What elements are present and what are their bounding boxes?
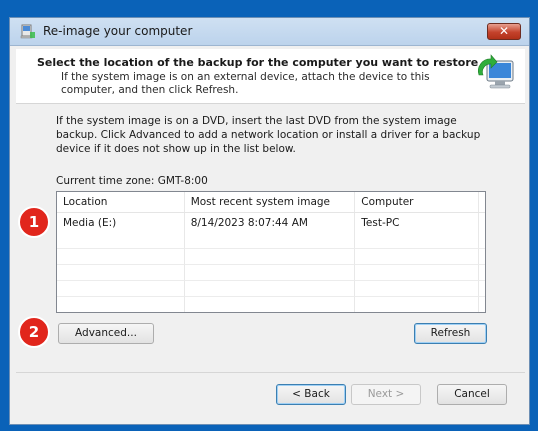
table-row[interactable]: Media (E:) 8/14/2023 8:07:44 AM Test-PC: [57, 213, 485, 233]
page-title: Select the location of the backup for th…: [37, 56, 479, 69]
row-recent-image: 8/14/2023 8:07:44 AM: [185, 213, 356, 233]
window-title: Re-image your computer: [43, 24, 193, 38]
callout-badge-2: 2: [18, 316, 50, 348]
reimage-dialog: Re-image your computer ✕ Select the loca…: [9, 17, 530, 425]
title-bar: Re-image your computer ✕: [10, 18, 529, 46]
timezone-label: Current time zone: GMT-8:00: [56, 175, 208, 187]
empty-row: [57, 281, 485, 297]
close-button[interactable]: ✕: [487, 23, 521, 40]
backup-location-list[interactable]: Location Most recent system image Comput…: [56, 191, 486, 313]
table-header: Location Most recent system image Comput…: [57, 192, 485, 213]
next-button[interactable]: Next >: [351, 384, 421, 405]
column-header-location[interactable]: Location: [57, 192, 185, 212]
empty-row: [57, 233, 485, 249]
column-header-recent-image[interactable]: Most recent system image: [185, 192, 356, 212]
restore-computer-icon: [478, 54, 514, 89]
row-computer: Test-PC: [355, 213, 479, 233]
back-button[interactable]: < Back: [276, 384, 346, 405]
page-subtitle: If the system image is on an external de…: [61, 71, 430, 96]
advanced-button[interactable]: Advanced...: [58, 323, 154, 344]
instructions-text: If the system image is on a DVD, insert …: [56, 115, 481, 155]
row-location: Media (E:): [57, 213, 185, 233]
refresh-button[interactable]: Refresh: [414, 323, 487, 344]
column-header-computer[interactable]: Computer: [355, 192, 479, 212]
column-header-spacer: [479, 192, 485, 212]
empty-row: [57, 265, 485, 281]
empty-row: [57, 249, 485, 265]
computer-icon: [20, 24, 35, 39]
empty-row: [57, 297, 485, 312]
callout-badge-1: 1: [18, 206, 50, 238]
header-panel: Select the location of the backup for th…: [16, 49, 525, 104]
row-spacer: [479, 213, 485, 233]
footer-divider: [16, 372, 525, 373]
cancel-button[interactable]: Cancel: [437, 384, 507, 405]
